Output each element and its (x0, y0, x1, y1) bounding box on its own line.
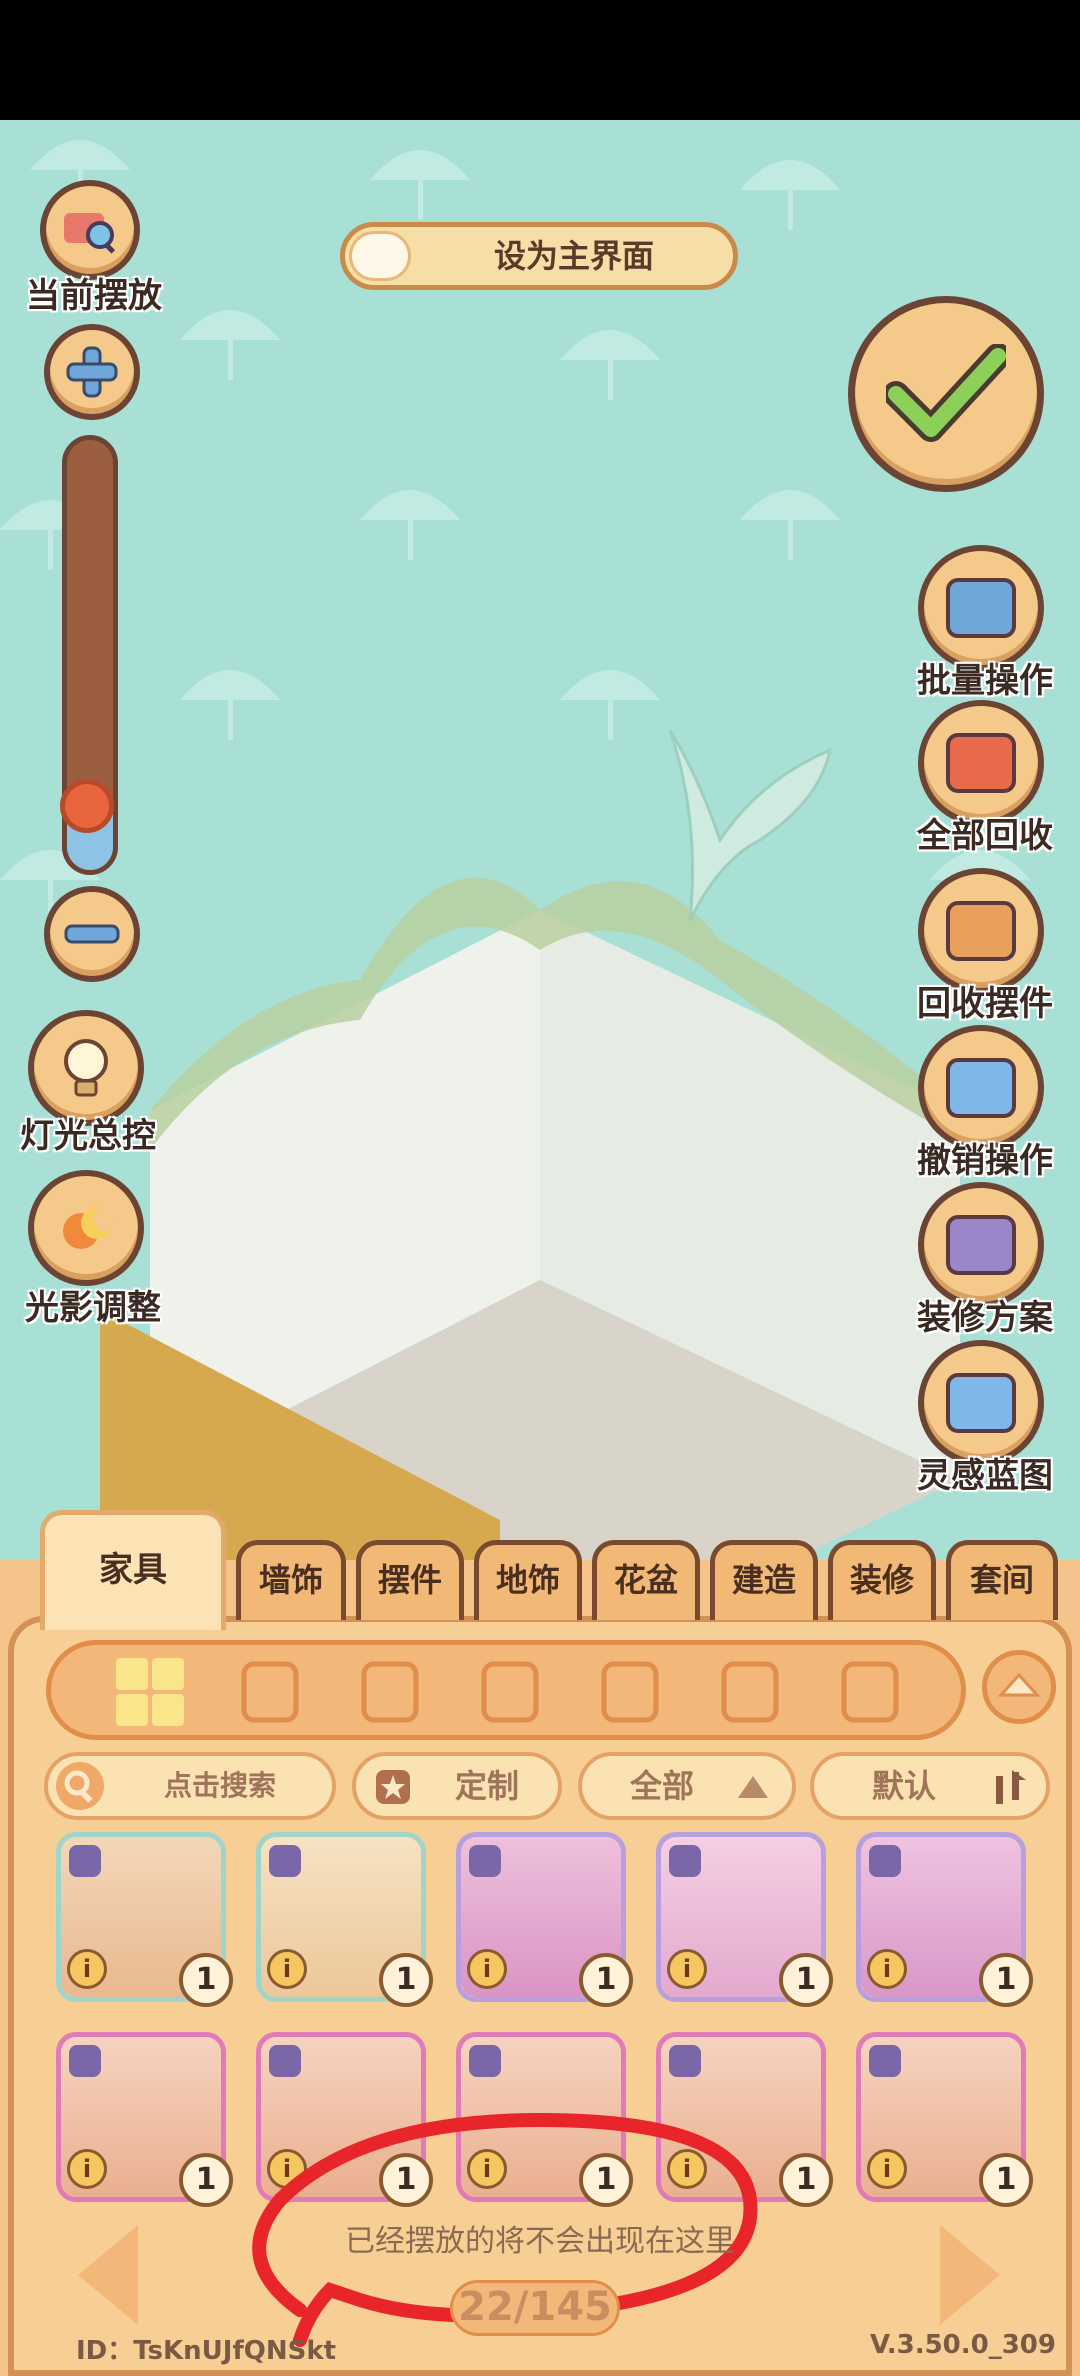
item-count-badge: 1 (979, 1953, 1033, 2007)
butterfly-wings (668, 729, 833, 921)
player-id: ID：TsKnUJfQNSkt (76, 2336, 337, 2366)
sort-arrows-icon (996, 1770, 1026, 1804)
tab-7[interactable]: 套间 (946, 1540, 1058, 1620)
table-icon[interactable] (830, 1652, 910, 1732)
furniture-item-bench[interactable]: i 1 (656, 1832, 833, 2007)
star-tag-icon (376, 1770, 410, 1804)
info-button[interactable]: i (867, 2149, 907, 2189)
plan-icon (946, 1215, 1016, 1275)
bed-icon[interactable] (590, 1652, 670, 1732)
status-bar (0, 0, 1080, 120)
item-type-icon (869, 1845, 901, 1877)
right-action-label: 撤销操作 (917, 1141, 1053, 1181)
chevron-up-icon (997, 1672, 1041, 1697)
item-type-icon (669, 1845, 701, 1877)
info-button[interactable]: i (467, 1949, 507, 1989)
zoom-slider-handle[interactable] (60, 779, 114, 833)
tab-1[interactable]: 墙饰 (236, 1540, 346, 1620)
zoom-out-button[interactable] (44, 886, 140, 982)
search-input[interactable]: 点击搜索 (44, 1752, 336, 1820)
confirm-button[interactable] (848, 296, 1044, 492)
batch-hand-icon (946, 578, 1016, 638)
prev-page-arrow[interactable] (78, 2225, 138, 2325)
set-main-screen-label: 设为主界面 (493, 237, 654, 275)
info-button[interactable]: i (867, 1949, 907, 1989)
search-icon (56, 1762, 104, 1810)
tab-0[interactable]: 家具 (40, 1510, 226, 1630)
tab-5[interactable]: 建造 (710, 1540, 818, 1620)
right-action-label: 批量操作 (917, 661, 1053, 701)
toilet-icon[interactable] (350, 1652, 430, 1732)
fridge-icon[interactable] (230, 1652, 310, 1732)
sun-moon-icon (63, 1207, 117, 1249)
lightbulb-icon (64, 1039, 108, 1097)
recycle-box-icon (946, 901, 1016, 961)
placement-hint: 已经摆放的将不会出现在这里 (345, 2224, 735, 2259)
triangle-up-icon (738, 1776, 768, 1798)
all-grid-icon[interactable] (110, 1652, 190, 1732)
item-type-icon (669, 2045, 701, 2077)
info-button[interactable]: i (67, 1949, 107, 1989)
item-type-icon (869, 2045, 901, 2077)
light-shadow-label: 光影调整 (25, 1288, 161, 1328)
tab-4[interactable]: 花盆 (592, 1540, 700, 1620)
next-page-arrow[interactable] (940, 2225, 1000, 2325)
placement-search-icon (64, 213, 116, 254)
furniture-item-well[interactable]: i 1 (56, 2032, 233, 2207)
item-type-icon (269, 2045, 301, 2077)
version-label: V.3.50.0_309 (869, 2330, 1056, 2360)
item-count-badge: 1 (779, 1953, 833, 2007)
all-filter-label: 全部 (629, 1767, 694, 1805)
blueprint-icon (946, 1373, 1016, 1433)
toggle-knob (349, 231, 411, 281)
search-placeholder: 点击搜索 (163, 1769, 276, 1802)
minus-icon (64, 924, 120, 944)
zoom-in-button[interactable] (44, 324, 140, 420)
sort-label: 默认 (871, 1767, 936, 1805)
item-count-badge: 1 (379, 1953, 433, 2007)
current-placement-button[interactable] (40, 180, 140, 280)
item-count-badge: 1 (179, 2153, 233, 2207)
furniture-item-speaker[interactable]: i 1 (856, 1832, 1033, 2007)
light-shadow-button[interactable] (28, 1170, 144, 1286)
right-action-label: 全部回收 (917, 816, 1053, 856)
right-action-label: 装修方案 (917, 1298, 1053, 1338)
item-count-badge: 1 (579, 1953, 633, 2007)
recycle-all-icon (946, 733, 1016, 793)
plus-icon (66, 346, 118, 398)
item-count-badge: 1 (179, 1953, 233, 2007)
furniture-item-picnic-table[interactable]: i 1 (856, 2032, 1033, 2207)
sort-dropdown[interactable]: 默认 (810, 1752, 1050, 1820)
item-type-icon (69, 1845, 101, 1877)
tab-6[interactable]: 装修 (828, 1540, 936, 1620)
undo-icon (946, 1058, 1016, 1118)
checkmark-icon (886, 344, 1006, 442)
current-placement-label: 当前摆放 (26, 276, 162, 316)
custom-filter-button[interactable]: 定制 (352, 1752, 562, 1820)
right-action-label: 灵感蓝图 (917, 1456, 1053, 1496)
item-count-badge: 1 (779, 2153, 833, 2207)
item-type-icon (69, 2045, 101, 2077)
cabinet-icon[interactable] (710, 1652, 790, 1732)
page-indicator: 22/145 (450, 2280, 620, 2336)
info-button[interactable]: i (67, 2149, 107, 2189)
item-type-icon (469, 2045, 501, 2077)
info-button[interactable]: i (267, 1949, 307, 1989)
tab-2[interactable]: 摆件 (356, 1540, 464, 1620)
item-type-icon (469, 1845, 501, 1877)
furniture-item-wooden-cart[interactable]: i 1 (256, 1832, 433, 2007)
item-count-badge: 1 (979, 2153, 1033, 2207)
info-button[interactable]: i (667, 1949, 707, 1989)
right-action-label: 回收摆件 (917, 984, 1053, 1024)
furniture-item-guitar[interactable]: i 1 (456, 1832, 633, 2007)
all-filter-dropdown[interactable]: 全部 (578, 1752, 796, 1820)
furniture-item-lamp-post[interactable]: i 1 (56, 1832, 233, 2007)
stool-icon[interactable] (470, 1652, 550, 1732)
custom-filter-label: 定制 (454, 1767, 519, 1805)
light-control-label: 灯光总控 (20, 1116, 156, 1156)
set-main-screen-toggle[interactable]: 设为主界面 (340, 222, 738, 290)
collapse-button[interactable] (982, 1650, 1056, 1724)
item-type-icon (269, 1845, 301, 1877)
tab-3[interactable]: 地饰 (474, 1540, 582, 1620)
